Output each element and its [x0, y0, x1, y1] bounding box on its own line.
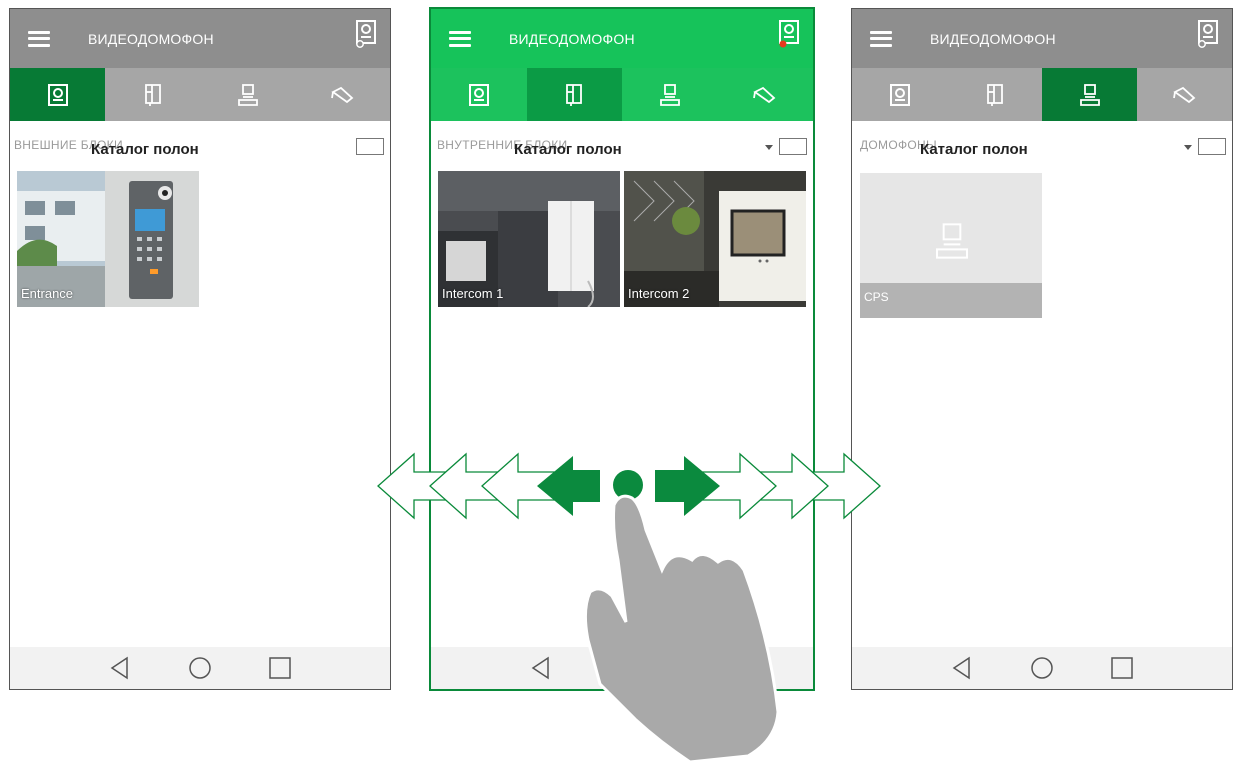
- camera-icon: [1172, 86, 1195, 103]
- home-icon[interactable]: [187, 655, 213, 681]
- handset-icon: [986, 83, 1003, 106]
- back-icon[interactable]: [949, 655, 975, 681]
- concierge-icon: [936, 223, 968, 259]
- tab-intercoms[interactable]: [200, 68, 295, 121]
- tab-indoor-units[interactable]: [526, 68, 622, 121]
- door-unit-icon: [468, 83, 489, 106]
- chevron-down-icon[interactable]: [765, 145, 773, 150]
- tab-outdoor-units[interactable]: [10, 68, 105, 121]
- tab-outdoor-units[interactable]: [431, 68, 527, 121]
- menu-icon[interactable]: [870, 30, 892, 47]
- menu-icon[interactable]: [449, 30, 471, 47]
- tab-outdoor-units[interactable]: [852, 68, 947, 121]
- concierge-icon: [237, 83, 258, 106]
- tab-bar: [852, 68, 1232, 121]
- unit-label: Intercom 2: [628, 286, 690, 301]
- back-icon[interactable]: [528, 655, 554, 681]
- tab-bar: [431, 68, 813, 121]
- unit-tile[interactable]: Entrance: [17, 171, 199, 307]
- tab-intercoms[interactable]: [622, 68, 718, 121]
- catalog-status: Каталог полон: [920, 141, 1028, 158]
- app-bar: ВИДЕОДОМОФОН: [10, 9, 390, 68]
- app-title: ВИДЕОДОМОФОН: [88, 30, 214, 47]
- app-bar: ВИДЕОДОМОФОН: [431, 9, 813, 68]
- camera-icon: [753, 86, 776, 103]
- home-icon[interactable]: [1029, 655, 1055, 681]
- recents-icon[interactable]: [267, 655, 293, 681]
- system-nav-bar: [10, 647, 390, 689]
- camera-icon: [330, 86, 353, 103]
- catalog-status: Каталог полон: [91, 141, 199, 158]
- tab-cameras[interactable]: [1137, 68, 1232, 121]
- unit-tile[interactable]: Intercom 1: [438, 171, 620, 307]
- unit-tile[interactable]: CPS: [860, 173, 1042, 318]
- app-bar: ВИДЕОДОМОФОН: [852, 9, 1232, 68]
- unit-label: CPS: [864, 290, 889, 304]
- content-area: ВНЕШНИЕ БЛОКИ Каталог полон Entrance: [10, 121, 390, 647]
- tab-bar: [10, 68, 390, 121]
- tab-cameras[interactable]: [718, 68, 814, 121]
- phone-screen-outdoor: ВИДЕОДОМОФОН ВНЕШНИЕ БЛОКИ Каталог полон: [9, 8, 391, 690]
- chevron-down-icon[interactable]: [1184, 145, 1192, 150]
- tab-intercoms[interactable]: [1042, 68, 1137, 121]
- unit-label: Intercom 1: [442, 286, 504, 301]
- select-all-checkbox[interactable]: [356, 138, 384, 155]
- door-unit-icon: [47, 83, 68, 106]
- tab-indoor-units[interactable]: [105, 68, 200, 121]
- content-area: ДОМОФОНЫ Каталог полон CPS: [852, 121, 1232, 647]
- home-icon[interactable]: [609, 655, 635, 681]
- system-nav-bar: [431, 647, 813, 689]
- concierge-icon: [1079, 83, 1100, 106]
- tab-indoor-units[interactable]: [947, 68, 1042, 121]
- unit-label: Entrance: [21, 286, 74, 301]
- handset-icon: [566, 83, 583, 106]
- catalog-status: Каталог полон: [514, 141, 622, 158]
- concierge-icon: [659, 83, 680, 106]
- menu-icon[interactable]: [28, 30, 50, 47]
- content-area: ВНУТРЕННИЕ БЛОКИ Каталог полон Intercom …: [431, 121, 813, 647]
- app-title: ВИДЕОДОМОФОН: [509, 30, 635, 47]
- door-unit-icon: [889, 83, 910, 106]
- recents-icon[interactable]: [1109, 655, 1135, 681]
- phone-screen-intercoms: ВИДЕОДОМОФОН ДОМОФОНЫ Каталог полон CPS: [851, 8, 1233, 690]
- door-unit-icon[interactable]: [1196, 19, 1220, 49]
- recents-icon[interactable]: [690, 655, 716, 681]
- unit-tile[interactable]: Intercom 2: [624, 171, 806, 307]
- select-all-checkbox[interactable]: [1198, 138, 1226, 155]
- handset-icon: [144, 83, 161, 106]
- system-nav-bar: [852, 647, 1232, 689]
- app-title: ВИДЕОДОМОФОН: [930, 30, 1056, 47]
- door-unit-icon[interactable]: [777, 19, 801, 49]
- select-all-checkbox[interactable]: [779, 138, 807, 155]
- back-icon[interactable]: [107, 655, 133, 681]
- tab-cameras[interactable]: [295, 68, 390, 121]
- phone-screen-indoor: ВИДЕОДОМОФОН ВНУТРЕННИЕ БЛОКИ Каталог по…: [429, 7, 815, 691]
- door-unit-icon[interactable]: [354, 19, 378, 49]
